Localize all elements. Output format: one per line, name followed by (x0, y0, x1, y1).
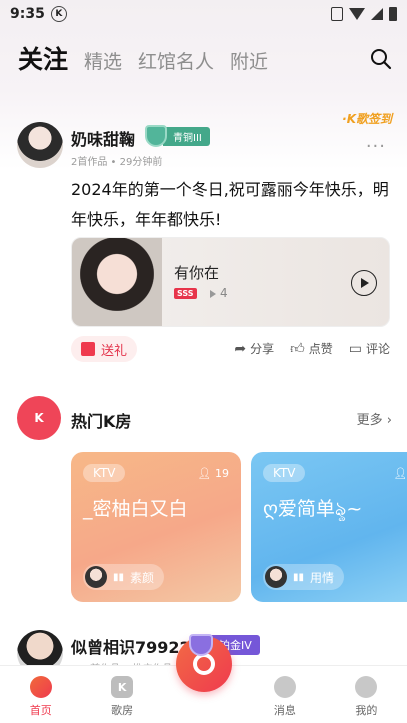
tab-featured[interactable]: 精选 (84, 47, 122, 80)
avatar (85, 566, 107, 588)
room-count-value: 19 (215, 467, 229, 480)
like-button[interactable]: 👍︎ 点赞 (290, 340, 333, 357)
gift-label: 送礼 (101, 343, 128, 359)
avatar (265, 566, 287, 588)
play-count: 4 (220, 286, 228, 300)
signal-icon (371, 8, 383, 20)
vibrate-icon (331, 7, 343, 21)
host-name: 素颜 (130, 570, 155, 585)
room-user-count: 👤︎ 14 (394, 467, 407, 480)
room-title: _密柚白又白 (83, 498, 188, 520)
more-link[interactable]: 更多 › (357, 409, 392, 428)
status-bar: 9:35 K (0, 0, 407, 28)
k-room-icon: K (111, 676, 134, 698)
room-tag: KTV (83, 464, 126, 482)
post-text: 2024年的第一个冬日,祝可露丽今年快乐，明年快乐，年年都快乐! (71, 180, 389, 229)
tab-celebrities[interactable]: 红馆名人 (138, 47, 214, 80)
sound-wave-icon: ▮▮ (293, 571, 305, 583)
user-icon (355, 676, 378, 698)
k-sign-in-badge[interactable]: ·K歌签到 (342, 110, 392, 127)
user-icon: 👤︎ (197, 467, 212, 480)
room-card[interactable]: KTV 👤︎ 19 _密柚白又白 ▮▮ 素颜 (71, 452, 241, 602)
gift-button[interactable]: 送礼 (71, 336, 138, 362)
room-tag: KTV (263, 464, 306, 482)
microphone-icon (193, 653, 215, 675)
nav-home-label: 首页 (29, 704, 52, 717)
song-cover (72, 238, 162, 326)
shield-icon (145, 125, 167, 147)
nav-messages-label: 消息 (273, 704, 296, 717)
tab-nearby[interactable]: 附近 (230, 47, 268, 80)
comment-icon: ▭ (348, 340, 362, 357)
status-time: 9:35 (10, 6, 45, 22)
room-title: ღ爱简单ৡ~ (263, 498, 363, 520)
quality-badge: SSS (174, 288, 197, 299)
nav-profile-label: 我的 (355, 704, 378, 717)
nav-profile[interactable]: 我的 (326, 666, 407, 723)
wifi-icon (349, 8, 365, 20)
post-meta: 2首作品 • 29分钟前 (71, 157, 163, 168)
user-icon: 👤︎ (393, 467, 407, 480)
song-title: 有你在 (174, 264, 220, 282)
search-icon[interactable] (370, 48, 392, 70)
more-label: 更多 (356, 413, 383, 428)
chat-bubble-icon (273, 676, 296, 698)
host-name: 用情 (310, 570, 335, 585)
sound-wave-icon: ▮▮ (113, 571, 125, 583)
room-host: ▮▮ 用情 (263, 564, 345, 590)
k-app-icon: K (50, 6, 67, 22)
battery-icon (389, 7, 397, 21)
home-icon (29, 676, 52, 698)
comment-button[interactable]: ▭ 评论 (349, 340, 390, 357)
share-label: 分享 (250, 342, 275, 356)
level-label: 青铜III (163, 126, 210, 146)
room-card[interactable]: KTV 👤︎ 14 ღ爱简单ৡ~ ▮▮ 用情 (251, 452, 407, 602)
share-button[interactable]: ➦ 分享 (234, 340, 274, 357)
section-title: 热门K房 (71, 412, 132, 431)
room-host: ▮▮ 素颜 (83, 564, 165, 590)
song-card[interactable]: 有你在 SSS 4 (71, 237, 390, 327)
post-actions: ➦ 分享 👍︎ 点赞 ▭ 评论 (234, 340, 390, 358)
like-label: 点赞 (308, 342, 333, 356)
author-name[interactable]: 奶味甜鞠 (71, 126, 135, 150)
status-icons (331, 7, 397, 21)
thumbs-up-icon: 👍︎ (290, 341, 305, 357)
comment-label: 评论 (365, 342, 390, 356)
play-button[interactable] (351, 270, 377, 296)
house-icon: K (17, 396, 61, 440)
author-name[interactable]: 似曾相识79922 (71, 634, 191, 658)
chevron-right-icon: › (386, 413, 392, 428)
level-badge: 青铜III (145, 125, 210, 147)
nav-home[interactable]: 首页 (0, 666, 81, 723)
gift-icon (81, 342, 95, 356)
room-user-count: 👤︎ 19 (198, 467, 229, 480)
play-count-icon (210, 290, 216, 298)
share-icon: ➦ (234, 340, 247, 357)
nav-messages[interactable]: 消息 (244, 666, 325, 723)
feed-tabs: 关注 精选 红馆名人 附近 (18, 40, 398, 80)
nav-rooms-label: 歌房 (111, 704, 134, 717)
more-icon[interactable]: ··· (366, 136, 386, 157)
tab-following[interactable]: 关注 (18, 40, 68, 80)
avatar[interactable] (17, 122, 63, 168)
nav-rooms[interactable]: K 歌房 (81, 666, 162, 723)
hot-rooms-header: K 热门K房 更多 › (17, 396, 392, 440)
